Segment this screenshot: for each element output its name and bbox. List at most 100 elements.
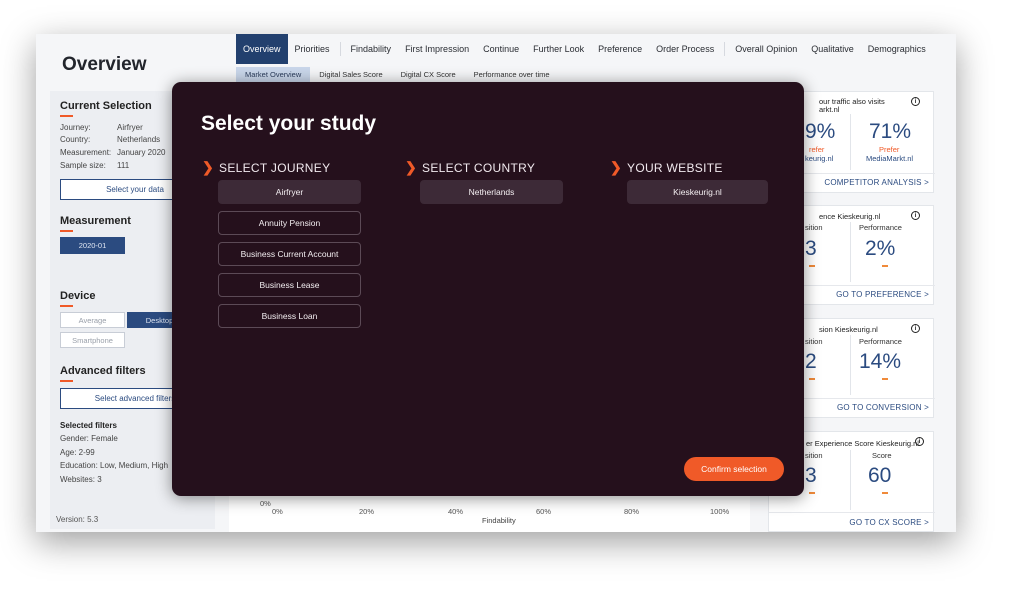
competitor-right-name: MediaMarkt.nl: [866, 154, 914, 163]
modal-title: Select your study: [201, 112, 377, 135]
subtab-digital-sales-score[interactable]: Digital Sales Score: [310, 67, 391, 82]
info-icon[interactable]: i: [915, 437, 924, 446]
card-divider: [850, 114, 851, 170]
card-divider: [850, 335, 851, 395]
tab-demographics[interactable]: Demographics: [861, 34, 933, 64]
nav-divider: [724, 42, 726, 56]
cx-score-value: 60: [868, 464, 892, 487]
device-smartphone-pill[interactable]: Smartphone: [60, 332, 125, 348]
x-axis-tick-label: 0%: [272, 507, 283, 516]
chevron-right-icon: ❯: [405, 159, 418, 175]
conversion-card-title: sion Kieskeurig.nl: [819, 325, 878, 334]
go-to-preference-link[interactable]: GO TO PREFERENCE >: [836, 290, 929, 299]
journey-option-annuity-pension[interactable]: Annuity Pension: [218, 211, 361, 235]
x-axis-label: Findability: [482, 516, 516, 525]
tab-first-impression[interactable]: First Impression: [398, 34, 476, 64]
filter-gender: Gender: Female: [60, 434, 118, 443]
journey-option-business-lease[interactable]: Business Lease: [218, 273, 361, 297]
tab-overview[interactable]: Overview: [236, 34, 288, 64]
position-label: sition: [805, 451, 823, 460]
info-icon[interactable]: i: [911, 97, 920, 106]
go-to-conversion-link[interactable]: GO TO CONVERSION >: [837, 403, 929, 412]
competitor-right-label: Prefer: [879, 145, 900, 154]
device-average-pill[interactable]: Average: [60, 312, 125, 328]
confirm-selection-button[interactable]: Confirm selection: [684, 457, 784, 481]
position-label: sition: [805, 223, 823, 232]
findability-chart: [229, 494, 750, 532]
competitor-left-label: refer: [809, 145, 825, 154]
x-axis-tick-label: 20%: [359, 507, 375, 516]
select-country-label: SELECT COUNTRY: [422, 160, 536, 175]
version-label: Version: 5.3: [56, 515, 99, 524]
measurement-pill-2020-01[interactable]: 2020-01: [60, 237, 125, 254]
x-axis-tick-label: 80%: [624, 507, 640, 516]
orange-dash: [882, 265, 888, 267]
journey-option-business-loan[interactable]: Business Loan: [218, 304, 361, 328]
select-journey-header: ❯ SELECT JOURNEY: [202, 159, 330, 176]
competitor-right-value: 71%: [869, 120, 912, 143]
cx-position-value: 3: [805, 464, 817, 487]
tab-priorities[interactable]: Priorities: [288, 34, 337, 64]
heading-underline: [60, 230, 73, 232]
conversion-performance-value: 14%: [859, 350, 902, 373]
journey-option-airfryer[interactable]: Airfryer: [218, 180, 361, 204]
current-selection-heading: Current Selection: [60, 100, 152, 112]
heading-underline: [60, 380, 73, 382]
competitor-left-name: keurig.nl: [805, 154, 834, 163]
advanced-filters-heading: Advanced filters: [60, 365, 146, 377]
sample-size-value: 111: [117, 161, 130, 170]
chevron-right-icon: ❯: [610, 159, 623, 175]
subtab-market-overview[interactable]: Market Overview: [236, 67, 311, 82]
journey-label: Journey:: [60, 123, 91, 132]
competitor-analysis-link[interactable]: COMPETITOR ANALYSIS >: [824, 178, 929, 187]
country-label: Country:: [60, 135, 91, 144]
info-icon[interactable]: i: [911, 211, 920, 220]
tab-further-look[interactable]: Further Look: [526, 34, 591, 64]
heading-underline: [60, 305, 73, 307]
filter-websites: Websites: 3: [60, 475, 102, 484]
position-label: sition: [805, 337, 823, 346]
card-divider: [850, 450, 851, 510]
subtab-digital-cx-score[interactable]: Digital CX Score: [392, 67, 465, 82]
tab-overall-opinion[interactable]: Overall Opinion: [728, 34, 804, 64]
tab-order-process[interactable]: Order Process: [649, 34, 721, 64]
measurement-label: Measurement:: [60, 148, 112, 157]
select-study-modal: Select your study ❯ SELECT JOURNEY ❯ SEL…: [172, 82, 804, 496]
heading-underline: [60, 115, 73, 117]
conversion-position-value: 2: [805, 350, 817, 373]
select-country-header: ❯ SELECT COUNTRY: [405, 159, 535, 176]
journey-option-business-current-account[interactable]: Business Current Account: [218, 242, 361, 266]
your-website-header: ❯ YOUR WEBSITE: [610, 159, 723, 176]
performance-label: Performance: [859, 223, 902, 232]
preference-card-title: ence Kieskeurig.nl: [819, 212, 881, 221]
y-axis-tick-label: 0%: [260, 499, 271, 508]
select-journey-label: SELECT JOURNEY: [219, 160, 331, 175]
performance-label: Performance: [859, 337, 902, 346]
preference-position-value: 3: [805, 237, 817, 260]
filter-age: Age: 2-99: [60, 448, 95, 457]
sample-size-label: Sample size:: [60, 161, 106, 170]
subtab-performance-over-time[interactable]: Performance over time: [465, 67, 559, 82]
x-axis-tick-label: 40%: [448, 507, 464, 516]
competitor-card-title-2: arkt.nl: [819, 105, 840, 114]
tab-continue[interactable]: Continue: [476, 34, 526, 64]
selected-filters-heading: Selected filters: [60, 421, 117, 430]
nav-divider: [339, 42, 341, 56]
tab-qualitative[interactable]: Qualitative: [804, 34, 861, 64]
country-value: Netherlands: [117, 135, 161, 144]
country-option-netherlands[interactable]: Netherlands: [420, 180, 563, 204]
tab-preference[interactable]: Preference: [591, 34, 649, 64]
go-to-cx-score-link[interactable]: GO TO CX SCORE >: [849, 518, 929, 527]
preference-performance-value: 2%: [865, 237, 896, 260]
info-icon[interactable]: i: [911, 324, 920, 333]
x-axis-tick-label: 60%: [536, 507, 552, 516]
x-axis-tick-label: 100%: [710, 507, 730, 516]
card-separator: [769, 512, 935, 513]
orange-dash: [809, 378, 815, 380]
score-label: Score: [872, 451, 892, 460]
tab-findability[interactable]: Findability: [344, 34, 399, 64]
competitor-left-value: 9%: [805, 120, 836, 143]
website-option-kieskeurig[interactable]: Kieskeurig.nl: [627, 180, 768, 204]
page-title: Overview: [62, 54, 147, 75]
orange-dash: [882, 492, 888, 494]
